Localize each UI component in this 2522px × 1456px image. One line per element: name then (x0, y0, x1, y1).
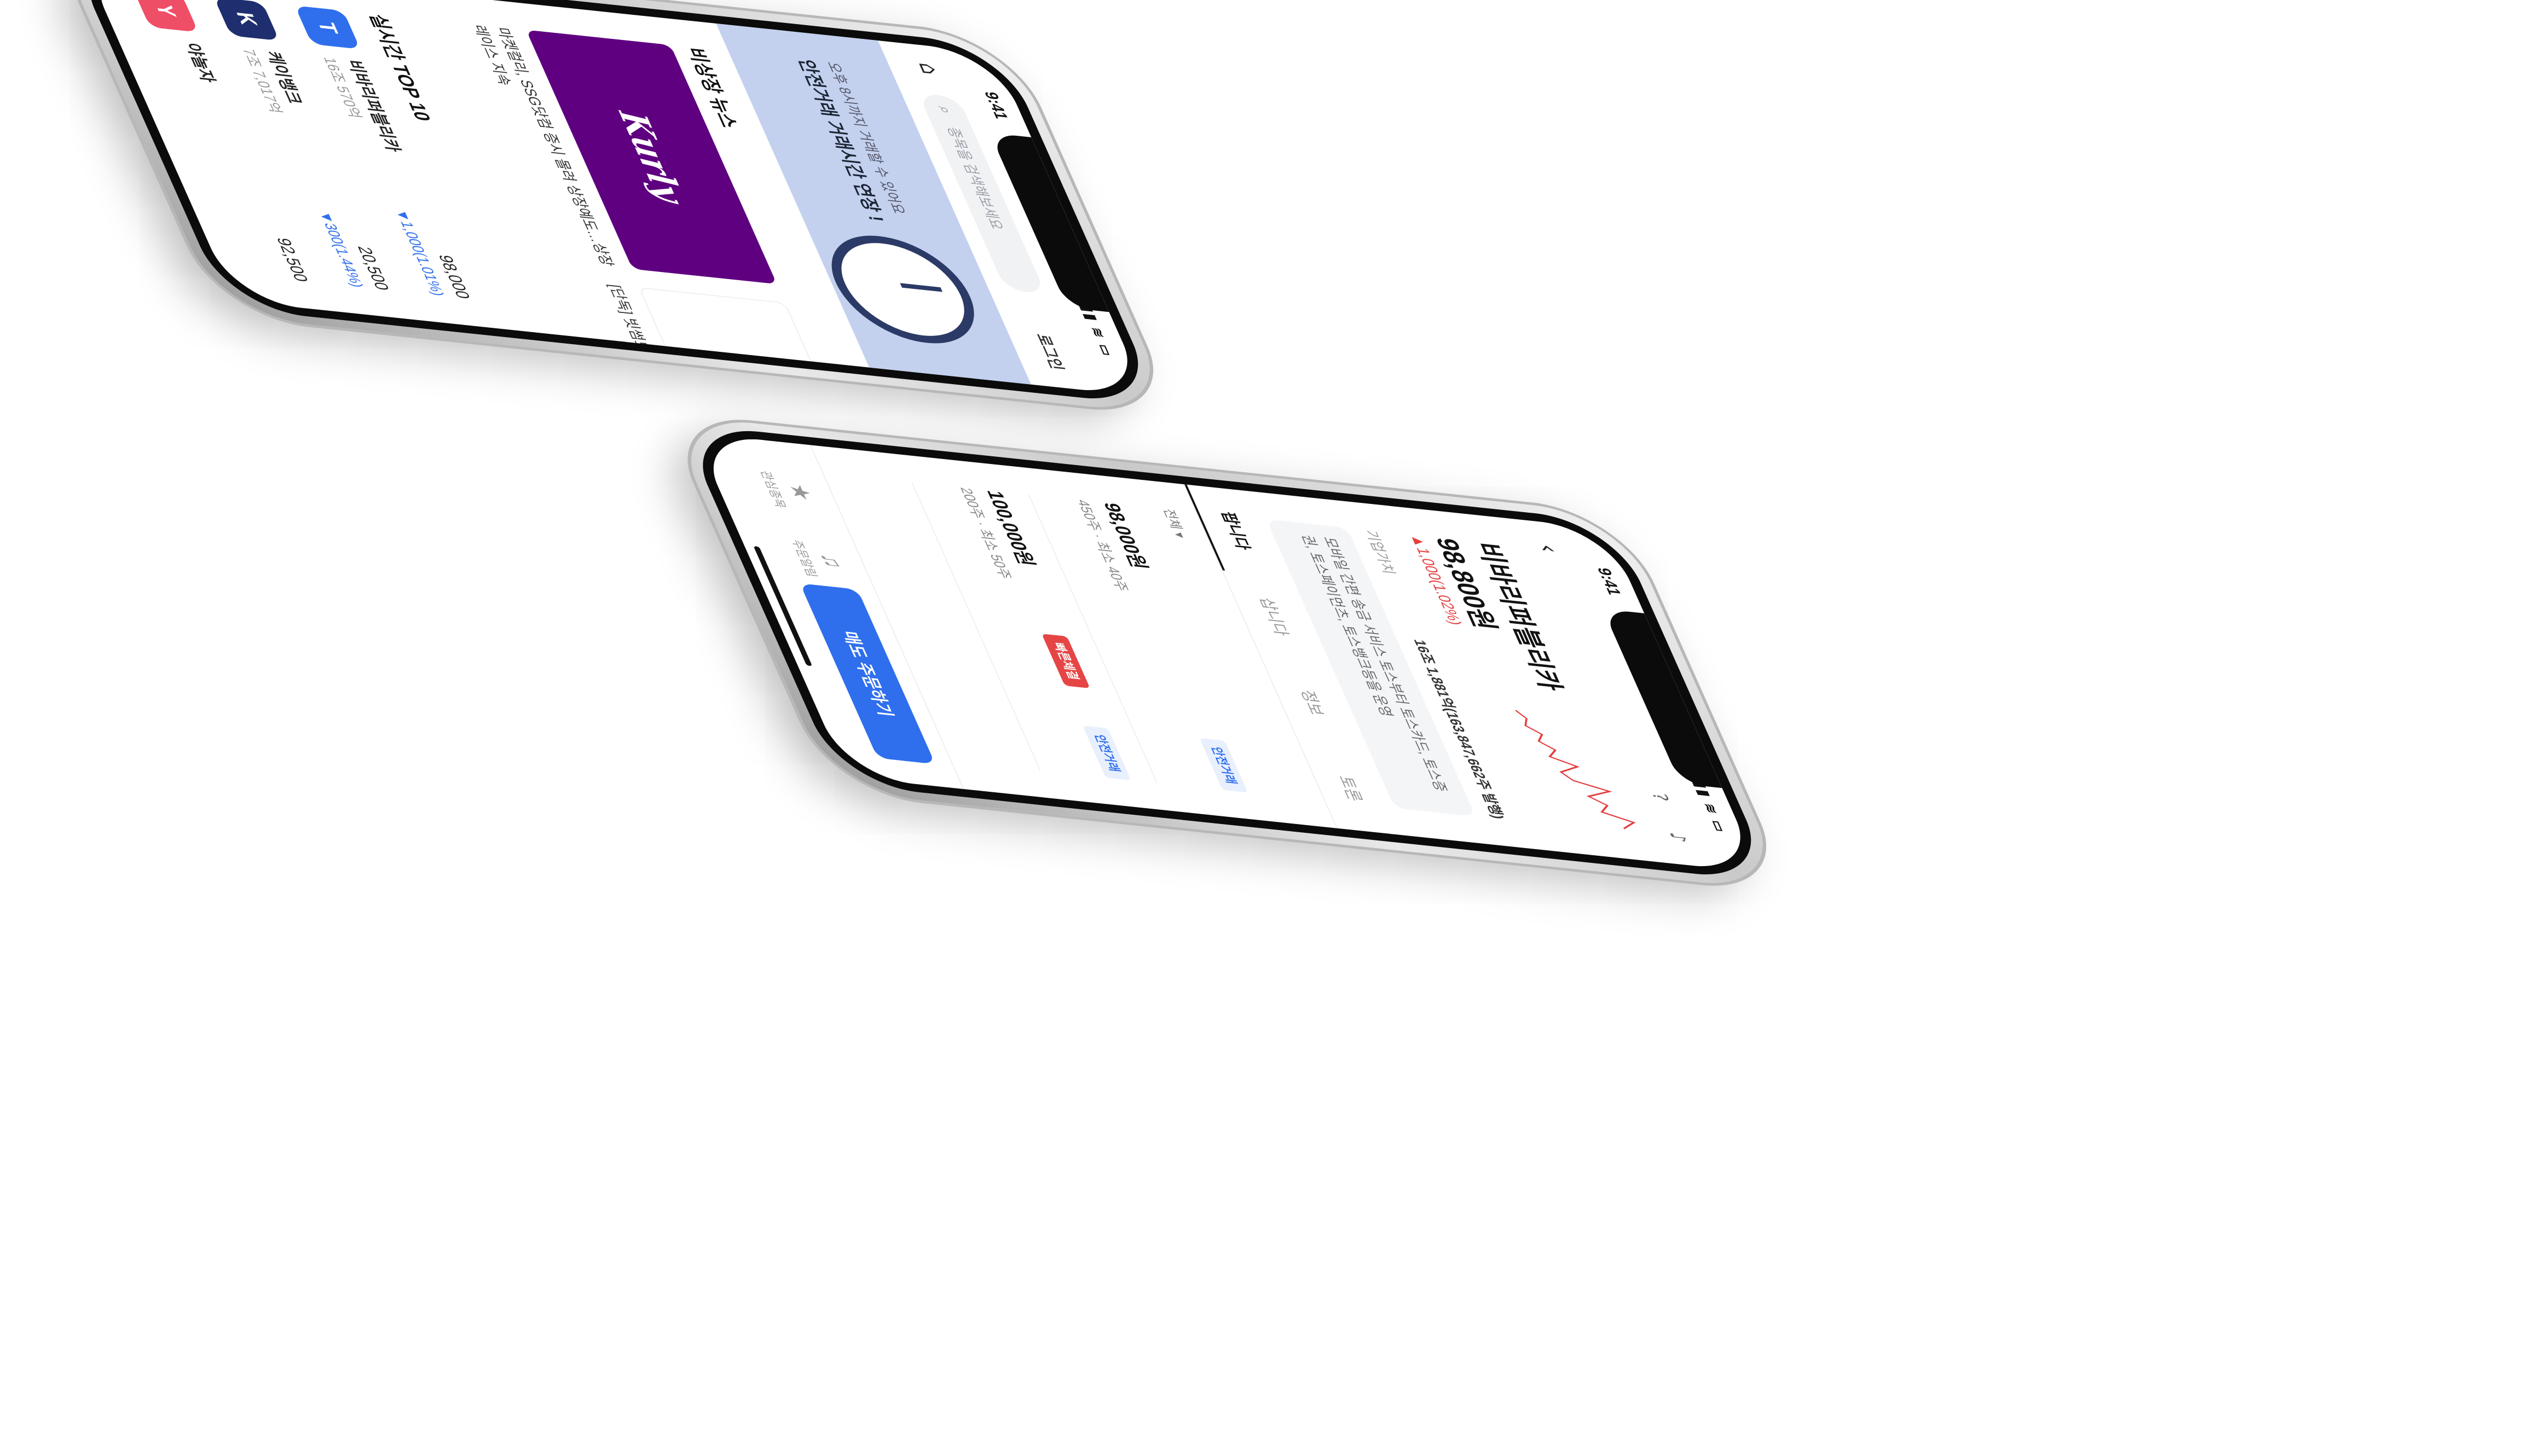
yanolja-logo-icon: Y (132, 0, 199, 32)
phone-body: 9:41 ▮▮ ≋ ▭ ⌂ ⌕ 종목을 검색해보세요 로그인 오후 8시까지 거… (53, 0, 1175, 416)
sell-order-button[interactable]: 매도 주문하기 (800, 583, 936, 764)
status-time: 9:41 (980, 90, 1012, 120)
search-icon: ⌕ (934, 105, 957, 115)
bell-icon[interactable]: ♪ (1664, 831, 1692, 844)
filter-dropdown[interactable]: 전체 ▾ (1159, 508, 1193, 539)
bell-icon: ♫ (815, 552, 849, 570)
fast-fill-badge: 빠른체결 (1042, 634, 1090, 689)
safe-trade-badge: 안전거래 (1082, 726, 1131, 781)
status-time: 9:41 (1593, 566, 1625, 596)
help-icon[interactable]: ? (1646, 792, 1673, 803)
back-icon[interactable]: ‹ (1531, 543, 1566, 554)
login-link[interactable]: 로그인 (1032, 333, 1071, 371)
order-alert-button[interactable]: ♫ 주문알림 (784, 530, 858, 590)
news-card[interactable]: Kurly 마켓컬리, SSG닷컴 증시 몰려 상장예도…상장 레이스 지속 (439, 21, 777, 285)
home-screen: 9:41 ▮▮ ≋ ▭ ⌂ ⌕ 종목을 검색해보세요 로그인 오후 8시까지 거… (81, 0, 1147, 397)
bithumb-wordmark: bithu (733, 389, 808, 397)
clock-illustration (812, 229, 994, 350)
safe-trade-badge: 안전거래 (1199, 738, 1248, 793)
favorite-button[interactable]: ★ 관심종목 (753, 461, 828, 521)
bithumb-b-icon: ● (723, 366, 773, 388)
valuation-label: 기업가치 (1361, 529, 1399, 576)
scene: 9:41 ▮▮ ≋ ▭ ⌂ ⌕ 종목을 검색해보세요 로그인 오후 8시까지 거… (0, 0, 2522, 1456)
stock-change: ▼1,000(1.01%) (391, 208, 448, 297)
home-icon[interactable]: ⌂ (913, 62, 945, 76)
phone-body: 9:41 ▮▮ ≋ ▭ ‹ ? ♪ 비바리퍼블리카 98,800원 ▲1,000… (666, 414, 1788, 892)
kbank-logo-icon: K (213, 0, 280, 41)
toss-logo-icon: T (294, 5, 361, 50)
star-icon: ★ (783, 482, 819, 503)
detail-screen: 9:41 ▮▮ ≋ ▭ ‹ ? ♪ 비바리퍼블리카 98,800원 ▲1,000… (694, 433, 1760, 873)
tab-sell[interactable]: 팝니다 (1184, 484, 1269, 576)
